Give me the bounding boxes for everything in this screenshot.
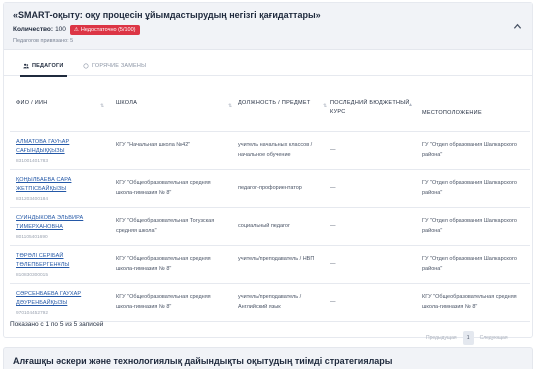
table-info: Показано с 1 по 5 из 5 записей bbox=[10, 321, 104, 328]
sort-asc-icon: ▲ bbox=[408, 102, 414, 108]
position-cell: учитель/преподаватель / НВП bbox=[238, 256, 315, 262]
status-badge: ⚠ Недостаточно (5/100) bbox=[69, 24, 140, 35]
course-card: «SMART-оқыту: оқу процесін ұйымдастыруды… bbox=[3, 2, 533, 345]
table-row: СӘРСЕНБАЕВА ГАУХАР ДӘУРЕНБАЙҚЫЗЫ 9701044… bbox=[10, 284, 530, 322]
tab-hot-replacements-label: ГОРЯЧИЕ ЗАМЕНЫ bbox=[92, 62, 147, 69]
sort-icon: ⇅ bbox=[323, 103, 328, 109]
school-cell: КГУ "Общеобразовательная средняя школа-г… bbox=[116, 256, 211, 272]
tab-teachers[interactable]: ПЕДАГОГИ bbox=[20, 55, 67, 77]
circle-icon bbox=[83, 63, 89, 68]
school-cell: КГУ "Общеобразовательная средняя школа-г… bbox=[116, 294, 211, 310]
teacher-name-link[interactable]: АЛМАТОВА ГАУҺАР САҒЫНДЫҚҚЫЗЫ bbox=[16, 138, 106, 156]
location-cell: ГУ "Отдел образования Шалкарского района… bbox=[422, 142, 517, 158]
col-location-label: МЕСТОПОЛОЖЕНИЕ bbox=[422, 110, 482, 116]
course-card-header[interactable]: «SMART-оқыту: оқу процесін ұйымдастыруды… bbox=[4, 3, 532, 50]
col-last-course-label: ПОСЛЕДНИЙ БЮДЖЕТНЫЙ КУРС bbox=[330, 100, 410, 115]
quantity-value: 100 bbox=[55, 26, 66, 33]
attached-count: Педагогов привязано: 5 bbox=[13, 38, 74, 44]
teacher-name-link[interactable]: СӘРСЕНБАЕВА ГАУХАР ДӘУРЕНБАЙҚЫЗЫ bbox=[16, 290, 106, 308]
teacher-cell: СӘРСЕНБАЕВА ГАУХАР ДӘУРЕНБАЙҚЫЗЫ 9701044… bbox=[16, 290, 106, 319]
school-cell: КГУ "Общеобразовательная Тогузская средн… bbox=[116, 218, 215, 234]
pagination-prev[interactable]: Предыдущая bbox=[424, 335, 459, 341]
school-cell: КГУ "Общеобразовательная средняя школа-г… bbox=[116, 180, 211, 196]
tabs-bar: ПЕДАГОГИ ГОРЯЧИЕ ЗАМЕНЫ bbox=[4, 55, 532, 77]
last-course-cell: — bbox=[330, 261, 336, 267]
position-cell: учитель/преподаватель / Английский язык bbox=[238, 294, 302, 310]
quantity-row: Количество: 100 ⚠ Недостаточно (5/100) bbox=[13, 24, 140, 35]
col-last-course[interactable]: ПОСЛЕДНИЙ БЮДЖЕТНЫЙ КУРС ▲ bbox=[330, 99, 414, 117]
tab-hot-replacements[interactable]: ГОРЯЧИЕ ЗАМЕНЫ bbox=[83, 55, 146, 76]
course-card-collapsed[interactable]: Алғашқы әскери және технологиялық дайынд… bbox=[3, 347, 533, 369]
teacher-cell: ҚОҢЫЛБАЕВА САРА ЖЕТПІСБАЙҚЫЗЫ 8312034001… bbox=[16, 176, 106, 205]
pagination-next[interactable]: Следующая bbox=[478, 335, 510, 341]
users-icon bbox=[23, 63, 29, 68]
chevron-up-icon bbox=[513, 23, 521, 29]
teacher-iin: 831001401783 bbox=[16, 159, 49, 164]
school-cell: КГУ "Начальная школа №42" bbox=[116, 142, 191, 148]
collapse-button[interactable] bbox=[510, 19, 524, 33]
course-title: Алғашқы әскери және технологиялық дайынд… bbox=[13, 356, 393, 366]
position-cell: учитель начальных классов / начальное об… bbox=[238, 142, 313, 158]
sort-icon: ⇅ bbox=[100, 103, 105, 109]
teacher-cell: ТӨРӘЛІ СЕРІБАЙ ТӨЛЕПБЕРГЕНҰЛЫ 8108303000… bbox=[16, 252, 106, 281]
teacher-cell: СУИНДЫКОВА ЭЛЬВИРА ТИМЕРХАНОВНА 80110540… bbox=[16, 214, 106, 243]
status-badge-text: Недостаточно (5/100) bbox=[80, 26, 136, 33]
last-course-cell: — bbox=[330, 185, 336, 191]
course-title: «SMART-оқыту: оқу процесін ұйымдастыруды… bbox=[13, 10, 321, 20]
col-name[interactable]: ФИО / ИИН ⇅ bbox=[16, 99, 108, 109]
teacher-name-link[interactable]: ТӨРӘЛІ СЕРІБАЙ ТӨЛЕПБЕРГЕНҰЛЫ bbox=[16, 252, 106, 270]
last-course-cell: — bbox=[330, 299, 336, 305]
teacher-name-link[interactable]: ҚОҢЫЛБАЕВА САРА ЖЕТПІСБАЙҚЫЗЫ bbox=[16, 176, 106, 194]
pagination-page[interactable]: 1 bbox=[462, 331, 474, 345]
last-course-cell: — bbox=[330, 223, 336, 229]
col-position-label: ДОЛЖНОСТЬ / ПРЕДМЕТ bbox=[238, 100, 311, 106]
teachers-table: ФИО / ИИН ⇅ ШКОЛА ⇅ ДОЛЖНОСТЬ / ПРЕДМЕТ … bbox=[10, 88, 530, 322]
pagination: Предыдущая 1 Следующая bbox=[424, 331, 510, 345]
tab-teachers-label: ПЕДАГОГИ bbox=[32, 62, 64, 69]
position-cell: педагог-профориентатор bbox=[238, 185, 302, 191]
location-cell: ГУ "Отдел образования Шалкарского района… bbox=[422, 256, 517, 272]
teacher-name-link[interactable]: СУИНДЫКОВА ЭЛЬВИРА ТИМЕРХАНОВНА bbox=[16, 214, 106, 232]
col-school-label: ШКОЛА bbox=[116, 100, 138, 106]
position-cell: социальный педагог bbox=[238, 223, 290, 229]
teacher-iin: 810830300015 bbox=[16, 273, 49, 278]
teacher-iin: 970104452792 bbox=[16, 311, 49, 316]
location-cell: ГУ "Отдел образования Шалкарского района… bbox=[422, 218, 517, 234]
warning-icon: ⚠ bbox=[73, 26, 79, 33]
sort-icon: ⇅ bbox=[228, 103, 233, 109]
col-school[interactable]: ШКОЛА ⇅ bbox=[116, 99, 234, 109]
table-row: ТӨРӘЛІ СЕРІБАЙ ТӨЛЕПБЕРГЕНҰЛЫ 8108303000… bbox=[10, 246, 530, 284]
quantity-label: Количество: bbox=[13, 26, 54, 33]
table-header: ФИО / ИИН ⇅ ШКОЛА ⇅ ДОЛЖНОСТЬ / ПРЕДМЕТ … bbox=[10, 88, 530, 132]
table-row: АЛМАТОВА ГАУҺАР САҒЫНДЫҚҚЫЗЫ 83100140178… bbox=[10, 132, 530, 170]
location-cell: КГУ "Общеобразовательная средняя школа-г… bbox=[422, 294, 517, 310]
col-position[interactable]: ДОЛЖНОСТЬ / ПРЕДМЕТ ⇅ bbox=[238, 99, 327, 109]
col-name-label: ФИО / ИИН bbox=[16, 100, 48, 106]
last-course-cell: — bbox=[330, 147, 336, 153]
teacher-cell: АЛМАТОВА ГАУҺАР САҒЫНДЫҚҚЫЗЫ 83100140178… bbox=[16, 138, 106, 167]
location-cell: ГУ "Отдел образования Шалкарского района… bbox=[422, 180, 517, 196]
teacher-iin: 801105401690 bbox=[16, 235, 48, 240]
teacher-iin: 831203400184 bbox=[16, 197, 49, 202]
col-location[interactable]: МЕСТОПОЛОЖЕНИЕ bbox=[422, 109, 522, 118]
table-row: СУИНДЫКОВА ЭЛЬВИРА ТИМЕРХАНОВНА 80110540… bbox=[10, 208, 530, 246]
table-row: ҚОҢЫЛБАЕВА САРА ЖЕТПІСБАЙҚЫЗЫ 8312034001… bbox=[10, 170, 530, 208]
